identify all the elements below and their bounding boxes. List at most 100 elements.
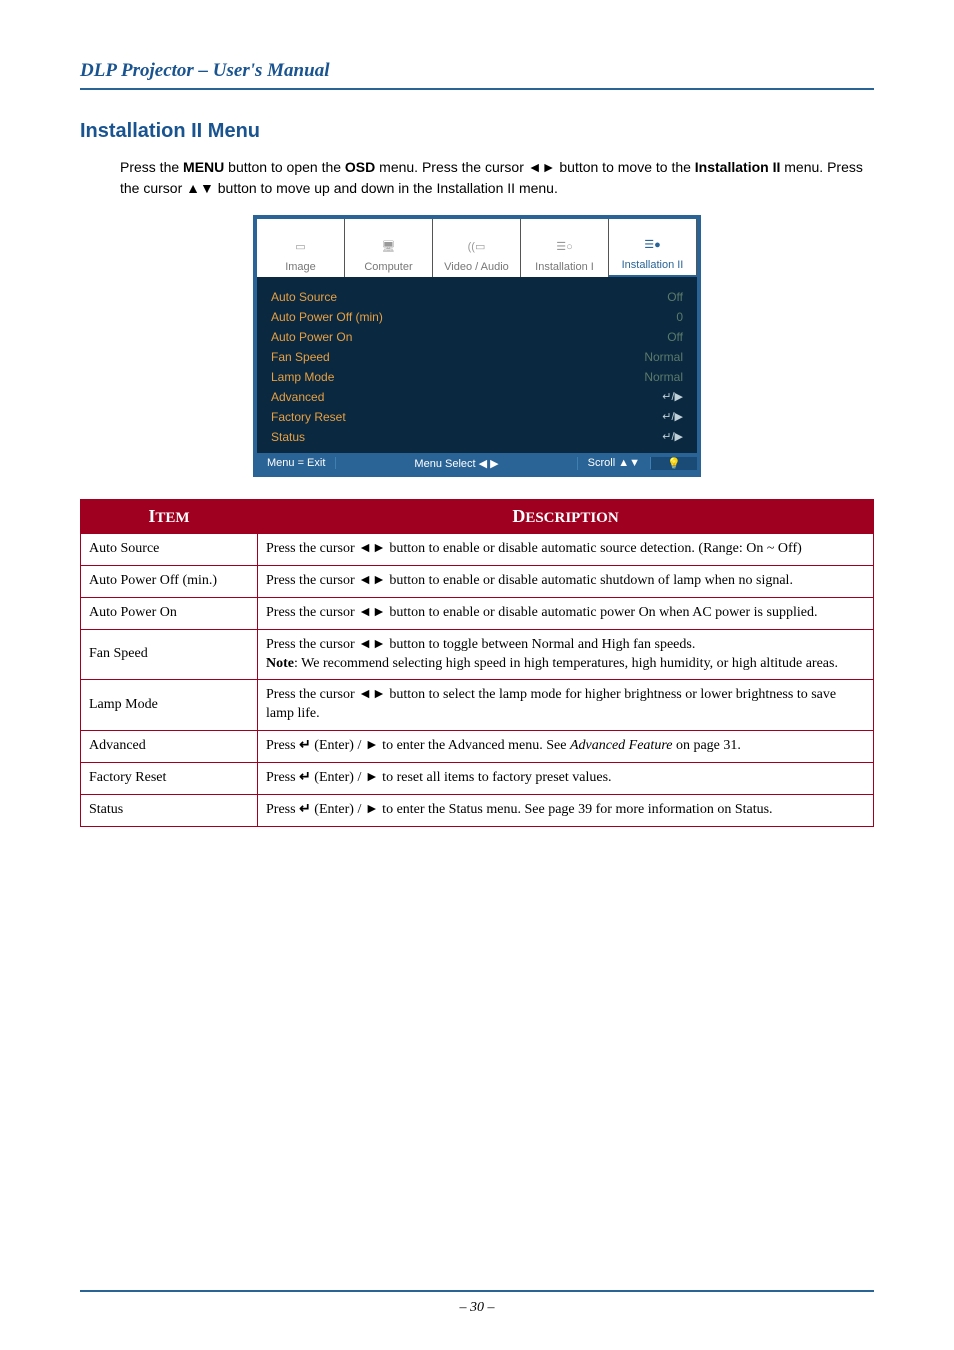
osd-row-label: Auto Power On	[271, 330, 352, 344]
cell-desc: Press ↵ (Enter) / ► to enter the Advance…	[258, 731, 874, 763]
menu-label-bold: MENU	[183, 159, 224, 175]
osd-label-bold: OSD	[345, 159, 375, 175]
header-title: DLP Projector – User's Manual	[80, 60, 874, 84]
footer-rule	[80, 1290, 874, 1292]
osd-row-value: Normal	[644, 350, 683, 364]
desc-text: (Enter) / ► to reset all items to factor…	[311, 770, 612, 785]
intro-paragraph: Press the MENU button to open the OSD me…	[120, 157, 874, 199]
enter-icon: ↵	[299, 770, 311, 785]
osd-row-label: Auto Source	[271, 290, 337, 304]
tab-label: Installation I	[521, 261, 608, 273]
table-row: Factory Reset Press ↵ (Enter) / ► to res…	[81, 763, 874, 795]
table-row: Auto Power Off (min.) Press the cursor ◄…	[81, 565, 874, 597]
osd-tabs: ▭ Image 🖥 Computer ((▭ Video / Audio ☰○ …	[257, 219, 697, 277]
italic-ref: Advanced Feature	[570, 738, 673, 753]
osd-row-value: Normal	[644, 370, 683, 384]
table-row: Advanced Press ↵ (Enter) / ► to enter th…	[81, 731, 874, 763]
cell-item: Advanced	[81, 731, 258, 763]
osd-row-fanspeed: Fan Speed Normal	[271, 347, 683, 367]
osd-row-label: Status	[271, 430, 305, 444]
osd-row-value: 0	[676, 310, 683, 324]
install-label-bold: Installation II	[695, 159, 781, 175]
desc-text: Press	[266, 770, 299, 785]
cell-item: Auto Source	[81, 534, 258, 566]
cell-desc: Press ↵ (Enter) / ► to reset all items t…	[258, 763, 874, 795]
table-row: Fan Speed Press the cursor ◄► button to …	[81, 629, 874, 680]
cell-item: Status	[81, 795, 258, 827]
osd-tab-video: ((▭ Video / Audio	[433, 219, 521, 277]
intro-text: button to open the	[224, 159, 345, 175]
th-desc: DESCRIPTIONDescription	[258, 500, 874, 534]
osd-tab-install2: ☰● Installation II	[609, 219, 697, 277]
osd-body: Auto Source Off Auto Power Off (min) 0 Aut…	[257, 277, 697, 453]
image-icon: ▭	[257, 231, 344, 261]
cell-item: Auto Power Off (min.)	[81, 565, 258, 597]
computer-icon: 🖥	[345, 231, 432, 261]
desc-text: (Enter) / ► to enter the Advanced menu. …	[311, 738, 570, 753]
desc-text: : We recommend selecting high speed in h…	[294, 656, 838, 671]
osd-row-autopoweron: Auto Power On Off	[271, 327, 683, 347]
install1-icon: ☰○	[521, 231, 608, 261]
desc-text: Press	[266, 802, 299, 817]
osd-tab-computer: 🖥 Computer	[345, 219, 433, 277]
cell-item: Factory Reset	[81, 763, 258, 795]
th-item: IItemTEM	[81, 500, 258, 534]
osd-row-label: Auto Power Off (min)	[271, 310, 383, 324]
note-bold: Note	[266, 656, 294, 671]
cell-item: Lamp Mode	[81, 680, 258, 731]
description-table: IItemTEM DESCRIPTIONDescription Auto Sou…	[80, 499, 874, 827]
enter-icon: ↵	[299, 802, 311, 817]
lamp-icon: 💡	[651, 457, 697, 470]
intro-text: Press the	[120, 159, 183, 175]
cell-item: Fan Speed	[81, 629, 258, 680]
video-icon: ((▭	[433, 231, 520, 261]
osd-row-advanced: Advanced ↵/▶	[271, 387, 683, 407]
osd-row-label: Advanced	[271, 390, 324, 404]
table-row: Auto Power On Press the cursor ◄► button…	[81, 597, 874, 629]
table-row: Status Press ↵ (Enter) / ► to enter the …	[81, 795, 874, 827]
cell-desc: Press the cursor ◄► button to enable or …	[258, 597, 874, 629]
tab-label: Video / Audio	[433, 261, 520, 273]
cell-desc: Press the cursor ◄► button to enable or …	[258, 534, 874, 566]
osd-row-value: ↵/▶	[662, 410, 683, 424]
osd-row-label: Fan Speed	[271, 350, 330, 364]
header-rule	[80, 88, 874, 90]
osd-row-label: Factory Reset	[271, 410, 346, 424]
osd-footer: Menu = Exit Menu Select ◀ ▶ Scroll ▲▼ 💡	[257, 453, 697, 473]
intro-text: menu. Press the cursor ◄► button to move…	[375, 159, 695, 175]
osd-row-value: Off	[667, 290, 683, 304]
install2-icon: ☰●	[609, 229, 696, 259]
osd-row-value: ↵/▶	[662, 390, 683, 404]
cell-item: Auto Power On	[81, 597, 258, 629]
desc-text: Press	[266, 738, 299, 753]
osd-row-value: ↵/▶	[662, 430, 683, 444]
osd-row-autosource: Auto Source Off	[271, 287, 683, 307]
tab-label: Image	[257, 261, 344, 273]
osd-row-autopoweroff: Auto Power Off (min) 0	[271, 307, 683, 327]
table-row: Auto Source Press the cursor ◄► button t…	[81, 534, 874, 566]
osd-tab-install1: ☰○ Installation I	[521, 219, 609, 277]
osd-footer-scroll: Scroll ▲▼	[578, 457, 651, 469]
tab-label: Computer	[345, 261, 432, 273]
tab-label: Installation II	[609, 259, 696, 271]
osd-row-value: Off	[667, 330, 683, 344]
section-heading: Installation II Menu	[80, 120, 874, 143]
enter-icon: ↵	[299, 738, 311, 753]
osd-footer-exit: Menu = Exit	[257, 457, 336, 469]
desc-text: Press the cursor ◄► button to toggle bet…	[266, 637, 695, 652]
cell-desc: Press the cursor ◄► button to select the…	[258, 680, 874, 731]
page-number: – 30 –	[0, 1300, 954, 1316]
table-row: Lamp Mode Press the cursor ◄► button to …	[81, 680, 874, 731]
osd-tab-image: ▭ Image	[257, 219, 345, 277]
cell-desc: Press the cursor ◄► button to toggle bet…	[258, 629, 874, 680]
cell-desc: Press ↵ (Enter) / ► to enter the Status …	[258, 795, 874, 827]
osd-footer-spacer: Menu Select ◀ ▶	[336, 457, 577, 470]
desc-text: on page 31.	[672, 738, 740, 753]
osd-row-lampmode: Lamp Mode Normal	[271, 367, 683, 387]
osd-row-label: Lamp Mode	[271, 370, 334, 384]
cell-desc: Press the cursor ◄► button to enable or …	[258, 565, 874, 597]
desc-text: (Enter) / ► to enter the Status menu. Se…	[311, 802, 773, 817]
osd-row-factoryreset: Factory Reset ↵/▶	[271, 407, 683, 427]
osd-screenshot: ▭ Image 🖥 Computer ((▭ Video / Audio ☰○ …	[253, 215, 701, 477]
osd-row-status: Status ↵/▶	[271, 427, 683, 447]
